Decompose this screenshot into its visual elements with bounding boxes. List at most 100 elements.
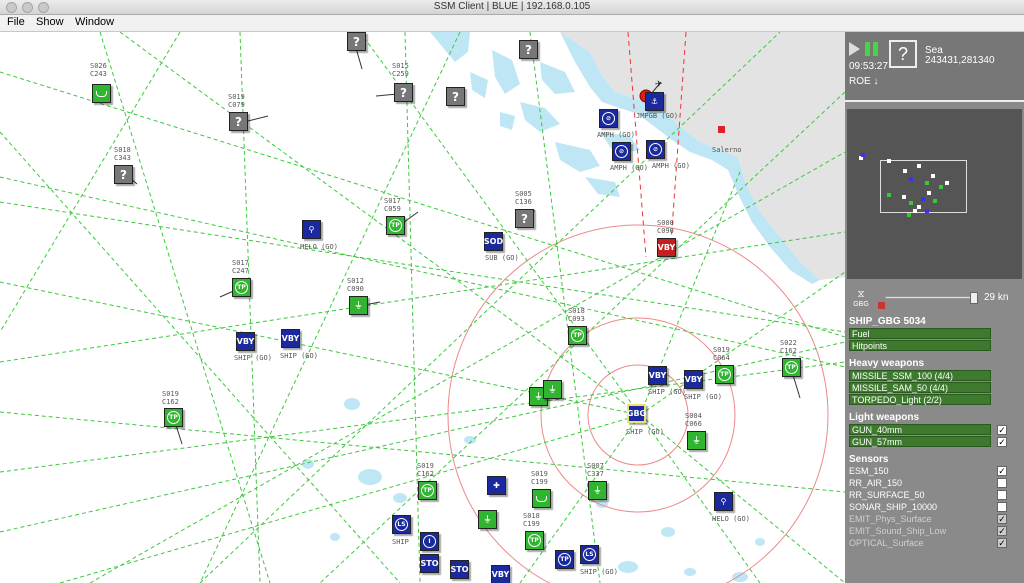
surface-contact-marker[interactable]: TP: [782, 358, 801, 377]
unknown-contact-marker[interactable]: ?: [446, 87, 465, 106]
sensor-optical-checkbox: ✓: [997, 538, 1007, 548]
unknown-contact-marker[interactable]: ?: [347, 32, 366, 51]
sensor-esm-checkbox[interactable]: ✓: [997, 466, 1007, 476]
surface-contact-marker[interactable]: ⏚: [543, 380, 562, 399]
surface-contact-marker[interactable]: TP: [232, 278, 251, 297]
surface-contact-marker[interactable]: TP: [715, 365, 734, 384]
friendly-amph-marker[interactable]: ⊘: [599, 109, 618, 128]
surface-contact-marker[interactable]: ⏚: [588, 481, 607, 500]
minimap[interactable]: [847, 109, 1022, 279]
friendly-ship-marker[interactable]: VBY: [491, 565, 510, 583]
unit-label: AMPH (GO): [652, 162, 690, 170]
surface-contact-marker[interactable]: TP: [386, 216, 405, 235]
friendly-ship-marker[interactable]: LS: [580, 545, 599, 564]
menu-window[interactable]: Window: [75, 16, 114, 28]
speed-value: 29 kn: [984, 292, 1009, 303]
sensor-esm: ESM_150: [849, 466, 889, 476]
weapon-sam[interactable]: MISSILE_SAM_50 (4/4): [849, 382, 991, 393]
weapon-ssm[interactable]: MISSILE_SSM_100 (4/4): [849, 370, 991, 381]
weapon-gun-40mm[interactable]: GUN_40mm: [849, 424, 991, 435]
friendly-amph-marker[interactable]: ⊘: [646, 140, 665, 159]
friendly-medical-marker[interactable]: ✚: [487, 476, 506, 495]
friendly-ship-marker[interactable]: STO: [420, 554, 439, 573]
unknown-terrain-icon: ?: [889, 40, 917, 68]
surface-contact-marker[interactable]: [532, 489, 551, 508]
unknown-contact-marker[interactable]: ?: [519, 40, 538, 59]
friendly-sub-marker[interactable]: SOD: [484, 232, 503, 251]
sensor-emit-sound-checkbox: ✓: [997, 526, 1007, 536]
fuel-bar: Fuel: [849, 328, 991, 339]
friendly-ship-marker[interactable]: VBY: [648, 366, 667, 385]
surface-contact-marker[interactable]: [92, 84, 111, 103]
weapon-gun-57mm[interactable]: GUN_57mm: [849, 436, 991, 447]
contact-label: S004 C066: [685, 412, 702, 428]
friendly-amph-marker[interactable]: ⊘: [612, 142, 631, 161]
unit-label: AMPH (GO): [597, 131, 635, 139]
friendly-helo-marker[interactable]: ⚲: [714, 492, 733, 511]
contact-label: S017 C247: [232, 259, 249, 275]
sensor-sonar-checkbox[interactable]: [997, 502, 1007, 512]
gun-40mm-checkbox[interactable]: ✓: [997, 425, 1007, 435]
surface-contact-marker[interactable]: TP: [568, 326, 587, 345]
city-label-salerno: Salerno: [712, 146, 742, 154]
contact-label: S017 C059: [384, 197, 401, 213]
sensor-rr-surface-checkbox[interactable]: [997, 490, 1007, 500]
contact-label: S000 C090: [657, 219, 674, 235]
speed-slider-knob[interactable]: [970, 292, 978, 304]
minimap-viewport[interactable]: [880, 160, 967, 213]
surface-contact-marker[interactable]: TP: [164, 408, 183, 427]
friendly-ship-marker[interactable]: VBY: [236, 332, 255, 351]
contact-label: S018 C093: [568, 307, 585, 323]
friendly-ship-marker[interactable]: VBY: [684, 370, 703, 389]
sensor-rr-surface: RR_SURFACE_50: [849, 490, 925, 500]
sensor-emit-phys-checkbox: ✓: [997, 514, 1007, 524]
tactical-map[interactable]: ✈ ? ? ? ? ? ? ? TP TP ⏚ TP TP TP TP ⏚ ⏚ …: [0, 32, 845, 583]
roe-status[interactable]: ROE ↓: [849, 76, 878, 87]
contact-label: S026 C243: [90, 62, 107, 78]
unit-label: SUB (GO): [485, 254, 519, 262]
surface-contact-marker[interactable]: TP: [418, 481, 437, 500]
menu-show[interactable]: Show: [36, 16, 64, 28]
menu-file[interactable]: File: [7, 16, 25, 28]
friendly-jmpgb-marker[interactable]: ⚓: [645, 92, 664, 111]
sensor-emit-phys: EMIT_Phys_Surface: [849, 514, 932, 524]
friendly-helo-marker[interactable]: ⚲: [302, 220, 321, 239]
unknown-contact-marker[interactable]: ?: [394, 83, 413, 102]
surface-contact-marker[interactable]: TP: [525, 531, 544, 550]
selected-ship-gbg-marker[interactable]: GBG: [627, 404, 646, 423]
unit-label: AMPH (GO): [610, 164, 648, 172]
surface-contact-marker[interactable]: ⏚: [478, 510, 497, 529]
light-weapons-title: Light weapons: [849, 412, 919, 423]
contact-label: S019 C079: [228, 93, 245, 109]
sensor-emit-sound: EMIT_Sound_Ship_Low: [849, 526, 947, 536]
unknown-contact-marker[interactable]: ?: [515, 209, 534, 228]
weapon-torpedo[interactable]: TORPEDO_Light (2/2): [849, 394, 991, 405]
contact-label: S019 C199: [531, 470, 548, 486]
speed-slider[interactable]: [885, 292, 978, 304]
friendly-ship-marker[interactable]: VBY: [281, 329, 300, 348]
sensor-optical: OPTICAL_Surface: [849, 538, 924, 548]
friendly-ship-marker[interactable]: STO: [450, 560, 469, 579]
surface-contact-marker[interactable]: ⏚: [349, 296, 368, 315]
surface-contact-marker[interactable]: ⏚: [687, 431, 706, 450]
contact-label: S015 C259: [392, 62, 409, 78]
unknown-contact-marker[interactable]: ?: [229, 112, 248, 131]
gun-57mm-checkbox[interactable]: ✓: [997, 437, 1007, 447]
friendly-ship-marker[interactable]: LS: [392, 515, 411, 534]
side-panel: ? 09:53:27 Sea 243431,281340 ROE ↓ ⧖ GBG …: [845, 32, 1024, 583]
enemy-vessel-marker[interactable]: VBY: [657, 238, 676, 257]
window-titlebar: SSM Client | BLUE | 192.168.0.105: [0, 0, 1024, 15]
friendly-ship-marker[interactable]: TP: [555, 550, 574, 569]
pause-icon[interactable]: [865, 42, 879, 56]
contact-label: S019 C064: [713, 346, 730, 362]
cursor-coordinates: 243431,281340: [925, 55, 995, 66]
window-title: SSM Client | BLUE | 192.168.0.105: [433, 1, 591, 12]
play-icon[interactable]: [849, 42, 860, 56]
contact-label: S007 C337: [587, 462, 604, 478]
friendly-ship-marker[interactable]: I: [420, 532, 439, 551]
unit-label: SHIP (GO): [580, 568, 618, 576]
unit-label: HELO (GO): [300, 243, 338, 251]
unknown-contact-marker[interactable]: ?: [114, 165, 133, 184]
contact-label: S018 C343: [114, 146, 131, 162]
sensor-rr-air-checkbox[interactable]: [997, 478, 1007, 488]
